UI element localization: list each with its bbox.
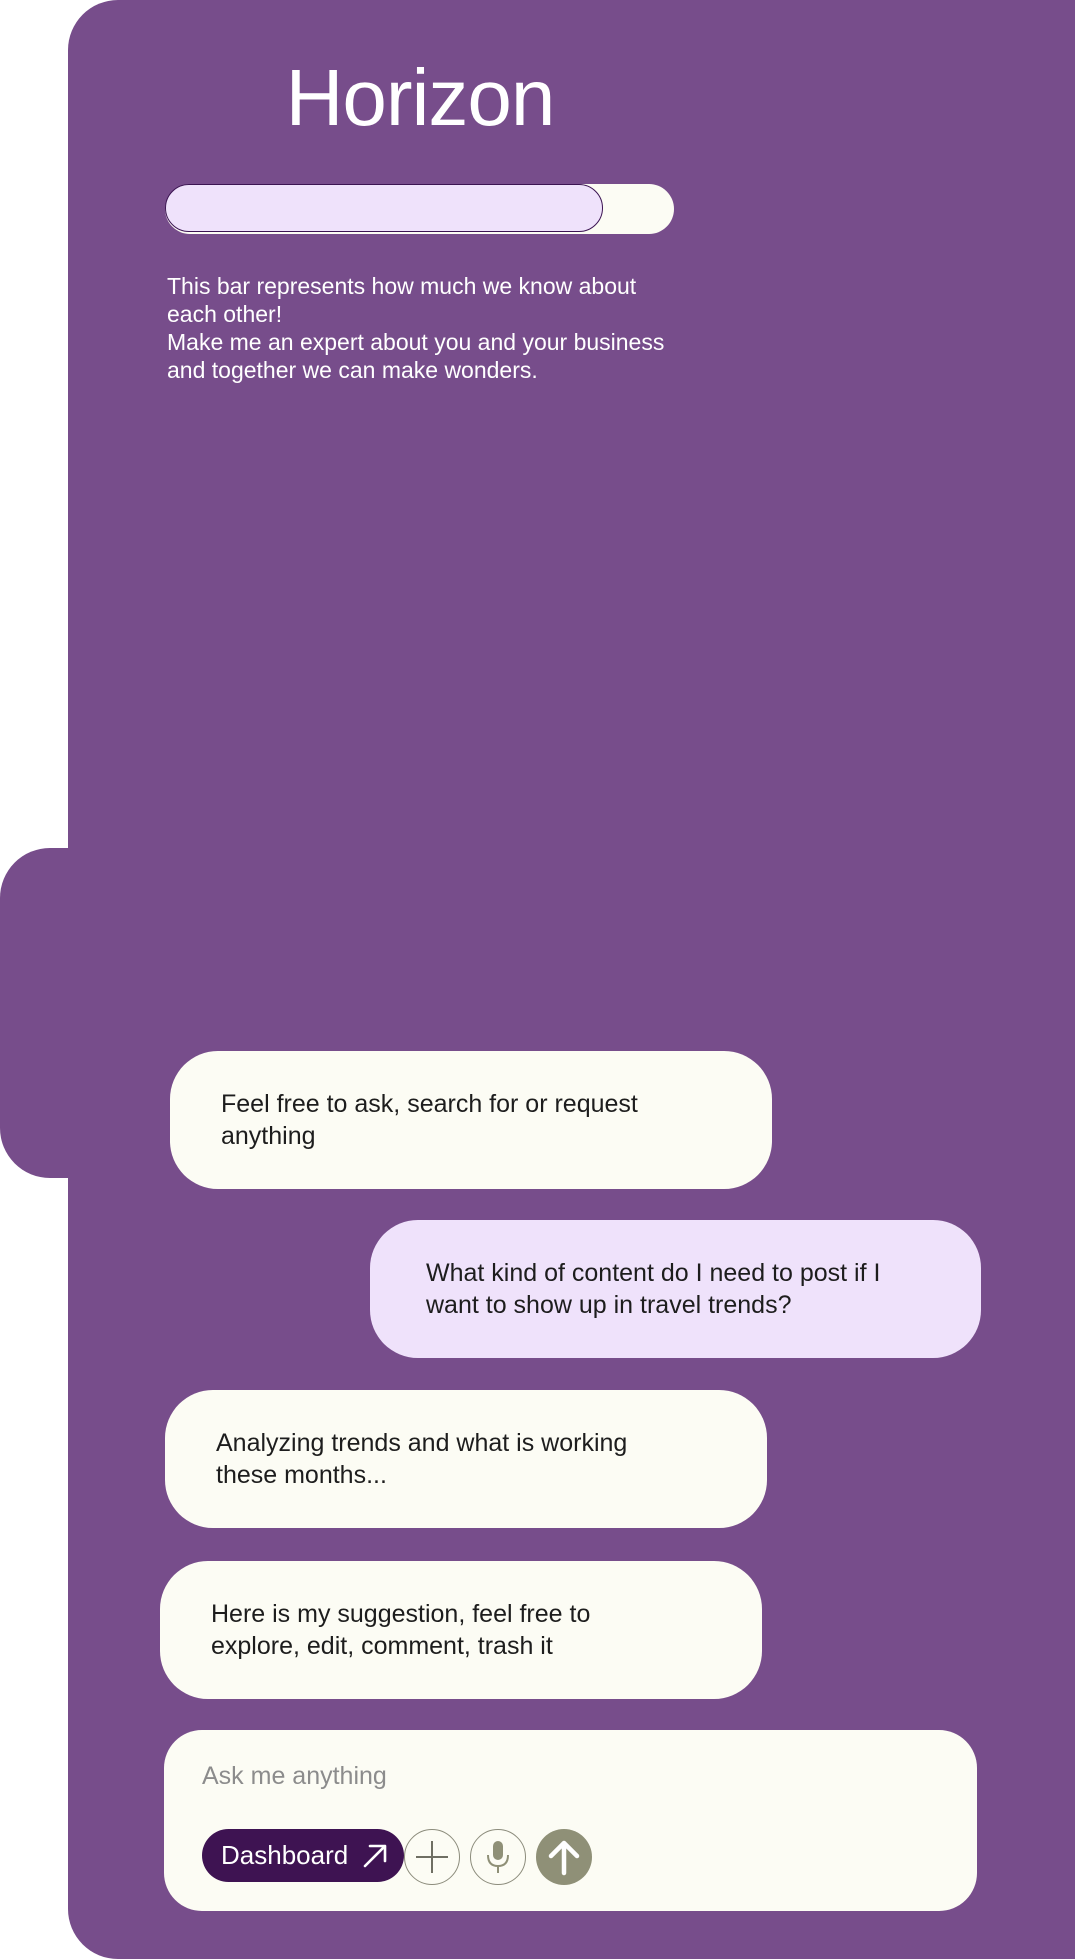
knowledge-description-line-2: Make me an expert about you and your bus… — [167, 329, 665, 383]
arrow-up-icon — [548, 1840, 580, 1876]
send-button[interactable] — [536, 1829, 592, 1885]
chat-message-text: Analyzing trends and what is working the… — [216, 1429, 628, 1489]
knowledge-progress-bar — [165, 184, 674, 234]
knowledge-description-line-1: This bar represents how much we know abo… — [167, 273, 637, 327]
chat-input[interactable] — [202, 1756, 922, 1796]
chat-composer: Dashboard — [164, 1730, 977, 1911]
dashboard-button-label: Dashboard — [221, 1840, 349, 1870]
chat-message-assistant: Feel free to ask, search for or request … — [170, 1051, 772, 1189]
knowledge-description: This bar represents how much we know abo… — [167, 272, 687, 384]
microphone-icon — [487, 1841, 509, 1873]
chat-message-text: What kind of content do I need to post i… — [426, 1259, 881, 1319]
knowledge-progress-fill — [165, 184, 603, 232]
chat-message-user: What kind of content do I need to post i… — [370, 1220, 981, 1358]
plus-icon — [416, 1841, 448, 1873]
arrow-up-right-icon — [363, 1844, 387, 1868]
chat-message-text: Feel free to ask, search for or request … — [221, 1090, 638, 1150]
app-title: Horizon — [285, 53, 556, 142]
voice-input-button[interactable] — [470, 1829, 526, 1885]
chat-message-assistant: Here is my suggestion, feel free to expl… — [160, 1561, 762, 1699]
dashboard-button[interactable]: Dashboard — [202, 1829, 404, 1882]
attach-button[interactable] — [404, 1829, 460, 1885]
chat-message-text: Here is my suggestion, feel free to expl… — [211, 1600, 591, 1660]
chat-message-assistant: Analyzing trends and what is working the… — [165, 1390, 767, 1528]
